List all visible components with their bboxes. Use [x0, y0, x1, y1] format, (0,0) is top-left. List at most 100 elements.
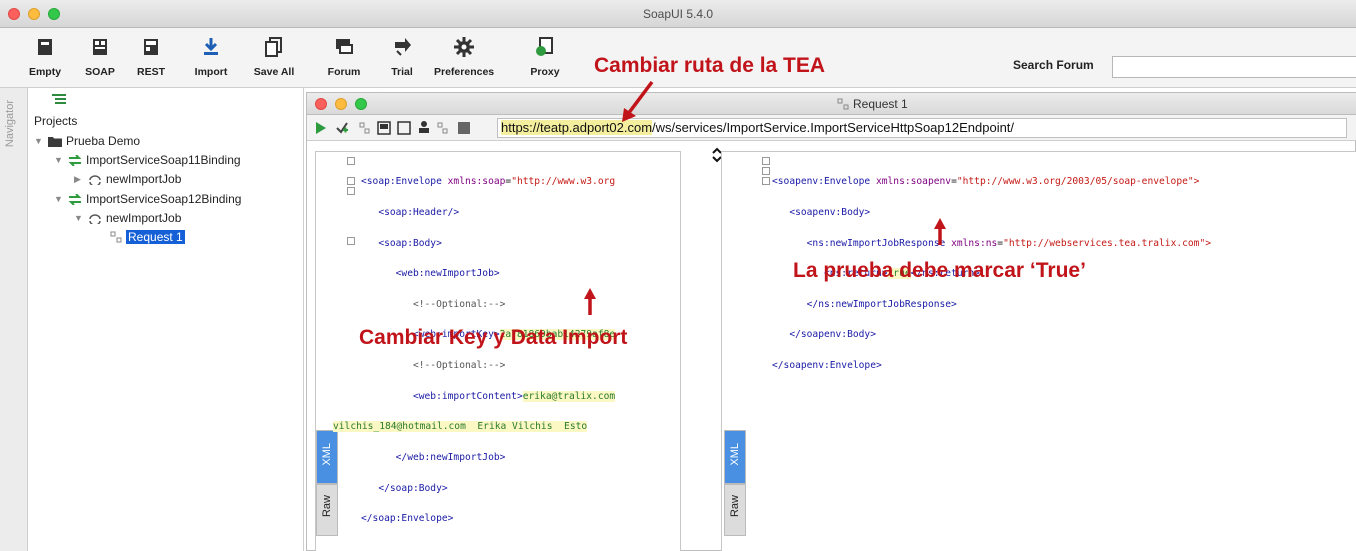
fold-marker[interactable] — [762, 167, 770, 175]
request-xml-tab[interactable]: XML — [316, 430, 338, 484]
request-raw-tab[interactable]: Raw — [316, 484, 338, 536]
tabs-layout-icon[interactable] — [397, 121, 411, 135]
save-all-icon — [265, 37, 282, 57]
search-forum-input[interactable] — [1112, 56, 1356, 78]
search-forum-label: Search Forum — [1013, 58, 1094, 72]
project-tree: Projects ▼ Prueba Demo ▼ ImportServiceSo… — [28, 88, 304, 551]
tree-item-label: ImportServiceSoap11Binding — [86, 153, 241, 167]
window-title: SoapUI 5.4.0 — [642, 7, 714, 21]
operation-icon — [89, 174, 101, 185]
fold-gutter[interactable] — [762, 157, 772, 217]
xml-tag: </web:newImportJob> — [395, 451, 506, 463]
fold-gutter[interactable] — [347, 157, 357, 317]
tree-item-operation[interactable]: ▼ newImportJob — [74, 209, 181, 227]
request-xml-code: <soap:Envelope xmlns:soap="http://www.w3… — [333, 157, 616, 545]
fold-marker[interactable] — [762, 177, 770, 185]
operation-icon — [89, 213, 101, 224]
proxy-button[interactable]: Proxy — [515, 36, 575, 78]
soap-icon — [93, 39, 107, 55]
tab-label: Raw — [729, 495, 741, 518]
fold-marker[interactable] — [347, 237, 355, 245]
projects-root-label: Projects — [34, 114, 78, 128]
xml-tag: </soapenv:Envelope> — [772, 360, 882, 372]
toolbar-label: Trial — [391, 66, 413, 78]
rest-icon — [144, 39, 158, 55]
forum-button[interactable]: Forum — [314, 36, 374, 78]
xml-tag: <soap:Body> — [378, 237, 442, 249]
request-toolbar: https://teatp.adport02.com/ws/services/I… — [307, 115, 1356, 141]
add-assertion-icon[interactable] — [335, 121, 349, 135]
xml-attr: xmlns:ns — [951, 237, 998, 249]
fold-marker[interactable] — [762, 157, 770, 165]
gear-icon — [454, 37, 474, 57]
xml-comment: <!--Optional:--> — [412, 360, 506, 372]
tree-item-label: Request 1 — [126, 230, 185, 244]
xml-attr-value: "http://www.w3.org/2003/05/soap-envelope… — [956, 176, 1200, 188]
toolbar-label: Preferences — [434, 66, 495, 78]
empty-project-icon — [38, 39, 52, 55]
navigator-strip[interactable]: Navigator — [0, 88, 28, 551]
annotation-arrow-icon — [584, 288, 596, 315]
empty-project-button[interactable]: Empty — [15, 36, 75, 78]
preferences-button[interactable]: Preferences — [434, 36, 494, 78]
request-window: Request 1 https://teatp.adport02.com/ws/… — [306, 92, 1356, 551]
minimize-request-button[interactable] — [335, 98, 347, 110]
expand-arrow-icon[interactable]: ▼ — [34, 136, 48, 146]
expand-arrow-icon[interactable]: ▼ — [54, 194, 68, 204]
trial-icon — [395, 38, 411, 56]
response-editor-pane[interactable]: XML Raw <soapenv:Envelope xmlns:soapenv=… — [721, 151, 1356, 551]
fold-marker[interactable] — [347, 177, 355, 185]
xml-tag: </soapenv:Body> — [789, 329, 876, 341]
tree-view-icon[interactable] — [52, 94, 66, 104]
expand-arrow-icon[interactable]: ▼ — [54, 155, 68, 165]
run-icon[interactable] — [315, 121, 327, 135]
xml-attr: xmlns:soapenv — [875, 176, 952, 188]
close-request-button[interactable] — [315, 98, 327, 110]
request-editor-pane[interactable]: XML Raw <soap:Envelope xmlns:soap="http:… — [315, 151, 681, 551]
import-button[interactable]: Import — [181, 36, 241, 78]
trial-button[interactable]: Trial — [372, 36, 432, 78]
toolbar-label: Proxy — [530, 66, 560, 78]
request-settings-icon[interactable] — [359, 121, 371, 135]
response-xml-tab[interactable]: XML — [724, 430, 746, 484]
expand-arrow-icon[interactable]: ▼ — [74, 213, 88, 223]
xml-tag: </soap:Body> — [378, 482, 448, 494]
fold-marker[interactable] — [347, 157, 355, 165]
navigator-label: Navigator — [4, 100, 16, 148]
tree-item-binding-soap11[interactable]: ▼ ImportServiceSoap11Binding — [54, 151, 241, 169]
toolbar-label: Forum — [327, 66, 361, 78]
xml-tag: <soap:Envelope — [361, 176, 448, 188]
xml-tag: <soapenv:Body> — [789, 207, 871, 219]
save-all-button[interactable]: Save All — [244, 36, 304, 78]
annotation-key: Cambiar Key y Data Import — [359, 326, 628, 349]
split-vertical-icon[interactable] — [377, 121, 391, 135]
tree-item-label: ImportServiceSoap12Binding — [86, 192, 242, 206]
auth-user-icon[interactable] — [417, 120, 431, 134]
request-icon — [110, 231, 122, 243]
zoom-request-button[interactable] — [355, 98, 367, 110]
import-content-value: vilchis_184@hotmail.com Erika Vilchis Es… — [333, 421, 588, 433]
xml-tag: </soap:Envelope> — [361, 513, 454, 525]
tree-item-binding-soap12[interactable]: ▼ ImportServiceSoap12Binding — [54, 190, 241, 208]
proxy-icon — [536, 37, 553, 56]
folder-icon — [48, 136, 62, 147]
tab-label: XML — [729, 443, 741, 466]
binding-icon — [68, 193, 82, 205]
main-title-bar: SoapUI 5.4.0 — [0, 0, 1356, 28]
xml-tag: <ns:newImportJobResponse — [806, 237, 952, 249]
endpoint-icon[interactable] — [437, 121, 449, 135]
rest-project-button[interactable]: REST — [121, 36, 181, 78]
tree-item-request[interactable]: Request 1 — [110, 228, 185, 246]
import-content-value: erika@tralix.com — [522, 390, 616, 402]
response-raw-tab[interactable]: Raw — [724, 484, 746, 536]
xml-attr-value: "http://webservices.tea.tralix.com"> — [1003, 237, 1211, 249]
tree-item-project[interactable]: ▼ Prueba Demo — [34, 132, 140, 150]
stop-icon[interactable] — [457, 121, 471, 135]
xml-attr: xmlns:soap — [447, 176, 506, 188]
fold-marker[interactable] — [347, 187, 355, 195]
collapse-arrow-icon[interactable]: ▶ — [74, 174, 88, 185]
tab-label: XML — [321, 443, 333, 466]
toolbar-label: Save All — [253, 66, 295, 78]
tree-item-operation[interactable]: ▶ newImportJob — [74, 170, 181, 188]
annotation-result: La prueba debe marcar ‘True’ — [793, 259, 1086, 282]
